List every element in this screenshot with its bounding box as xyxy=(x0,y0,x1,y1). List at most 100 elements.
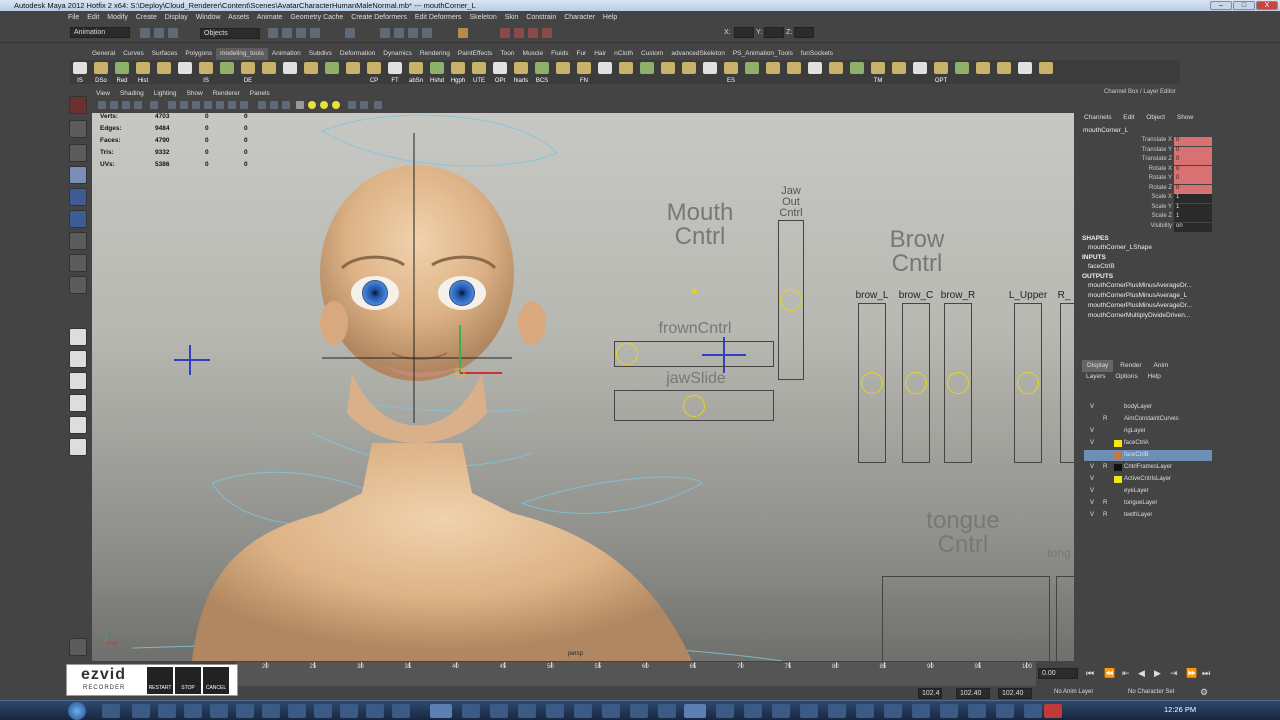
shelf-button-12[interactable] xyxy=(301,60,321,84)
shelf-button-13[interactable] xyxy=(322,60,342,84)
aa-icon[interactable] xyxy=(348,101,356,109)
l-upper-control[interactable] xyxy=(1017,372,1039,394)
shelf-button-18[interactable]: Hshd xyxy=(427,60,447,84)
resolution-gate-icon[interactable] xyxy=(374,101,382,109)
menu-create[interactable]: Create xyxy=(136,14,157,21)
brow-c-control[interactable] xyxy=(905,372,927,394)
new-scene-icon[interactable] xyxy=(140,28,150,38)
taskbar-app-9-icon[interactable] xyxy=(314,704,332,718)
sculpt-icon[interactable] xyxy=(514,28,524,38)
shelf-button-34[interactable] xyxy=(763,60,783,84)
xray-joints-icon[interactable] xyxy=(270,101,278,109)
select-tool-icon[interactable] xyxy=(69,96,87,114)
minimize-button[interactable]: – xyxy=(1210,1,1232,10)
render-frame-icon[interactable] xyxy=(394,28,404,38)
step-forward-icon[interactable]: ⏩ xyxy=(1186,668,1197,679)
shelf-tab-fluids[interactable]: Fluids xyxy=(547,48,572,60)
menu-character[interactable]: Character xyxy=(564,14,595,21)
camera-icon[interactable] xyxy=(98,101,106,109)
shelf-tab-general[interactable]: General xyxy=(88,48,119,60)
frown-cntrl-frame[interactable] xyxy=(614,341,774,367)
panel-menu-show[interactable]: Show xyxy=(186,90,202,97)
render-view-icon[interactable] xyxy=(380,28,390,38)
xray-icon[interactable] xyxy=(500,28,510,38)
shelf-button-7[interactable]: IS xyxy=(196,60,216,84)
panel-menu-lighting[interactable]: Lighting xyxy=(154,90,177,97)
layer-row[interactable]: VrigLayer xyxy=(1084,426,1212,437)
shelf-button-31[interactable] xyxy=(700,60,720,84)
shelf-button-26[interactable] xyxy=(595,60,615,84)
soft-select-icon[interactable] xyxy=(542,28,552,38)
shelf-button-25[interactable]: FN xyxy=(574,60,594,84)
output-node-1[interactable]: mouthCornerPlusMinusAverageDr... xyxy=(1088,282,1192,289)
menu-constrain[interactable]: Constrain xyxy=(526,14,556,21)
taskbar-app-10-icon[interactable] xyxy=(340,704,358,718)
preferences-icon[interactable]: ⚙ xyxy=(1200,687,1208,698)
menu-assets[interactable]: Assets xyxy=(228,14,249,21)
layer-visibility-toggle[interactable]: V xyxy=(1090,498,1094,509)
layer-visibility-toggle[interactable]: V xyxy=(1090,462,1094,473)
shelf-tab-hair[interactable]: Hair xyxy=(590,48,610,60)
four-pane-layout-icon[interactable] xyxy=(69,350,87,368)
shelf-tab-advancedskeleton[interactable]: advancedSkeleton xyxy=(667,48,729,60)
layer-row[interactable]: VeyeLayer xyxy=(1084,486,1212,497)
jaw-out-control[interactable] xyxy=(780,289,802,311)
two-pane-layout-icon[interactable] xyxy=(69,372,87,390)
shelf-tab-animation[interactable]: Animation xyxy=(268,48,305,60)
attribute-value-field[interactable]: on xyxy=(1174,222,1212,232)
shelf-tab-deformation[interactable]: Deformation xyxy=(336,48,379,60)
shelf-button-10[interactable] xyxy=(259,60,279,84)
shelf-tab-surfaces[interactable]: Surfaces xyxy=(148,48,182,60)
shelf-tab-dynamics[interactable]: Dynamics xyxy=(379,48,416,60)
shelf-tab-subdivs[interactable]: Subdivs xyxy=(305,48,336,60)
taskbar-app-34-icon[interactable] xyxy=(1024,704,1042,718)
taskbar-app-3-icon[interactable] xyxy=(158,704,176,718)
layer-visibility-toggle[interactable]: V xyxy=(1090,486,1094,497)
menu-skeleton[interactable]: Skeleton xyxy=(470,14,497,21)
shelf-button-2[interactable]: DSo xyxy=(91,60,111,84)
ao-icon[interactable] xyxy=(360,101,368,109)
layer-row[interactable]: V ActiveCntrlsLayer xyxy=(1084,474,1212,485)
taskbar-app-30-icon[interactable] xyxy=(912,704,930,718)
x-field[interactable] xyxy=(734,27,754,38)
shelf-tab-modeling-tools[interactable]: modeling_tools xyxy=(216,48,268,60)
shelf-button-37[interactable] xyxy=(826,60,846,84)
taskbar-app-29-icon[interactable] xyxy=(884,704,902,718)
taskbar-chrome-icon[interactable] xyxy=(430,704,452,718)
paint-select-tool-icon[interactable] xyxy=(69,144,87,162)
attribute-value-field[interactable]: 1 xyxy=(1174,213,1212,222)
z-field[interactable] xyxy=(794,27,814,38)
lock-icon[interactable] xyxy=(458,28,468,38)
tab-render[interactable]: Render xyxy=(1115,360,1146,372)
menu-edit-deformers[interactable]: Edit Deformers xyxy=(415,14,462,21)
attribute-row[interactable]: Translate X0 xyxy=(1082,137,1212,146)
shelf-button-6[interactable] xyxy=(175,60,195,84)
layer-row[interactable]: faceCtrlB xyxy=(1084,450,1212,461)
panel-menu-shading[interactable]: Shading xyxy=(120,90,144,97)
selection-mode-dropdown[interactable]: Objects xyxy=(200,28,260,39)
shelf-tab-ncloth[interactable]: nCloth xyxy=(610,48,637,60)
layer-row[interactable]: V RtongueLayer xyxy=(1084,498,1212,509)
layer-visibility-toggle[interactable]: V xyxy=(1090,426,1094,437)
taskbar-app-26-icon[interactable] xyxy=(800,704,818,718)
menu-edit[interactable]: Edit xyxy=(87,14,99,21)
shelf-button-20[interactable]: UTE xyxy=(469,60,489,84)
attribute-value-field[interactable]: 1 xyxy=(1174,203,1212,213)
layer-reference-toggle[interactable]: R xyxy=(1103,498,1107,509)
taskbar-app-16-icon[interactable] xyxy=(518,704,536,718)
range-end-field[interactable]: 102.40 xyxy=(956,688,990,699)
shelf-tab-ps-animation-tools[interactable]: PS_Animation_Tools xyxy=(729,48,797,60)
taskbar-app-21-icon[interactable] xyxy=(658,704,676,718)
shelf-button-32[interactable]: ES xyxy=(721,60,741,84)
attribute-value-field[interactable]: 0 xyxy=(1174,137,1212,146)
tongue-frame[interactable] xyxy=(882,576,1050,661)
y-field[interactable] xyxy=(764,27,784,38)
single-pane-layout-icon[interactable] xyxy=(69,328,87,346)
shelf-button-9[interactable]: DE xyxy=(238,60,258,84)
taskbar-app-31-icon[interactable] xyxy=(940,704,958,718)
shelf-button-5[interactable] xyxy=(154,60,174,84)
maximize-button[interactable]: □ xyxy=(1233,1,1255,10)
backface-icon[interactable] xyxy=(282,101,290,109)
textured-icon[interactable] xyxy=(204,101,212,109)
layer-visibility-toggle[interactable]: V xyxy=(1090,438,1094,449)
